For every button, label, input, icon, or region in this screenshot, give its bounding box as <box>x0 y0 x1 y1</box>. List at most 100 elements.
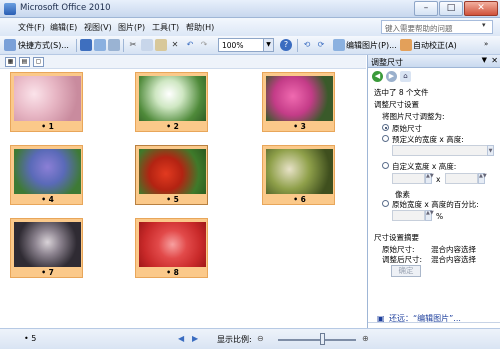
resize-to-label: 将图片尺寸调整为: <box>382 112 445 121</box>
custom-width-input[interactable] <box>392 173 425 184</box>
chevron-down-icon[interactable]: ▼ <box>263 39 273 51</box>
edit-picture-icon[interactable] <box>333 39 345 51</box>
print-icon[interactable] <box>108 39 120 51</box>
help-icon[interactable]: ? <box>280 39 292 51</box>
cut-icon[interactable]: ✂ <box>127 39 139 51</box>
picture-tile-1[interactable]: • 1 <box>10 72 83 132</box>
edit-picture-button[interactable]: 编辑图片(P)... <box>346 40 397 51</box>
picture-tile-5[interactable]: • 5 <box>135 145 208 205</box>
shortcuts-icon[interactable] <box>4 39 16 51</box>
chevron-down-icon[interactable]: ▼ <box>487 145 494 156</box>
picture-tile-3[interactable]: • 3 <box>262 72 335 132</box>
selected-count-status: • 5 <box>24 334 37 343</box>
filmstrip-view-icon[interactable]: ▤ <box>19 57 30 67</box>
standard-toolbar: 快捷方式(S)... ✂ ✕ ↶ ↷ 100% ▼ ? ⟲ ⟳ 编辑图片(P).… <box>0 36 500 55</box>
menu-picture[interactable]: 图片(P) <box>118 22 145 33</box>
height-spinner[interactable]: ▲▼ <box>478 173 487 184</box>
redo-icon[interactable]: ↷ <box>198 39 210 51</box>
rotate-right-icon[interactable]: ⟳ <box>315 39 327 51</box>
save-icon[interactable] <box>80 39 92 51</box>
picture-thumbnail[interactable] <box>139 149 206 194</box>
toolbar-separator <box>297 39 298 52</box>
view-bar: ▦ ▤ ▢ <box>0 55 366 69</box>
app-icon <box>4 3 16 15</box>
picture-thumbnail[interactable] <box>139 222 206 267</box>
menu-view[interactable]: 视图(V) <box>84 22 112 33</box>
resize-task-pane: 调整尺寸 ▼ ✕ ◀ ▶ ⌂ 选中了 8 个文件 调整尺寸设置 将图片尺寸调整为… <box>367 55 500 328</box>
undo-icon[interactable]: ↶ <box>184 39 196 51</box>
picture-thumbnail[interactable] <box>14 222 81 267</box>
option-predefined-label: 预定义的宽度 x 高度: <box>392 135 464 144</box>
auto-correct-button[interactable]: 自动校正(A) <box>413 40 457 51</box>
zoom-label: 显示比例: <box>217 335 252 344</box>
import-icon[interactable] <box>94 39 106 51</box>
toolbar-options-icon[interactable]: » <box>484 40 488 48</box>
picture-thumbnail[interactable] <box>139 76 206 121</box>
zoom-slider-thumb[interactable] <box>320 333 325 345</box>
radio-predefined-size[interactable] <box>382 135 389 142</box>
menu-edit[interactable]: 编辑(E) <box>50 22 77 33</box>
back-icon[interactable]: ◀ <box>372 71 383 82</box>
help-search-input[interactable]: 键入需要帮助的问题 <box>381 20 493 34</box>
percent-sign: % <box>436 212 444 221</box>
maximize-button[interactable]: □ <box>439 1 463 16</box>
radio-custom-size[interactable] <box>382 162 389 169</box>
resize-settings-heading: 调整尺寸设置 <box>374 100 419 109</box>
picture-tile-6[interactable]: • 6 <box>262 145 335 205</box>
previous-icon[interactable]: ◀ <box>178 334 184 343</box>
picture-caption: • 7 <box>41 268 54 277</box>
shortcuts-button[interactable]: 快捷方式(S)... <box>18 40 69 51</box>
menu-file[interactable]: 文件(F) <box>18 22 45 33</box>
edit-pictures-link[interactable]: 还远：“编辑图片”... <box>389 313 461 324</box>
picture-thumbnail[interactable] <box>266 149 333 194</box>
option-percent-label: 原始宽度 x 高度的百分比: <box>392 200 479 209</box>
next-icon[interactable]: ▶ <box>192 334 198 343</box>
pane-title: 调整尺寸 <box>371 58 403 67</box>
predefined-size-select[interactable] <box>392 145 494 156</box>
single-view-icon[interactable]: ▢ <box>33 57 44 67</box>
ok-button[interactable]: 确定 <box>391 265 421 277</box>
pane-header: 调整尺寸 ▼ ✕ <box>368 55 500 68</box>
radio-percent-size[interactable] <box>382 200 389 207</box>
picture-tile-2[interactable]: • 2 <box>135 72 208 132</box>
menu-tools[interactable]: 工具(T) <box>152 22 179 33</box>
zoom-value: 100% <box>222 41 244 50</box>
picture-thumbnail[interactable] <box>14 76 81 121</box>
zoom-out-icon[interactable]: ⊖ <box>257 334 264 343</box>
pane-menu-icon[interactable]: ▼ <box>482 56 487 64</box>
thumbnail-view-icon[interactable]: ▦ <box>5 57 16 67</box>
copy-icon[interactable] <box>141 39 153 51</box>
zoom-select[interactable]: 100% ▼ <box>218 38 274 52</box>
forward-icon[interactable]: ▶ <box>386 71 397 82</box>
radio-original-size[interactable] <box>382 124 389 131</box>
home-icon[interactable]: ⌂ <box>400 71 411 82</box>
picture-thumbnail[interactable] <box>14 149 81 194</box>
picture-tile-4[interactable]: • 4 <box>10 145 83 205</box>
custom-height-input[interactable] <box>445 173 478 184</box>
minimize-button[interactable]: – <box>414 1 438 16</box>
close-button[interactable]: ✕ <box>464 1 498 16</box>
percent-input[interactable] <box>392 210 425 221</box>
menu-help[interactable]: 帮助(H) <box>186 22 214 33</box>
picture-caption: • 2 <box>166 122 179 131</box>
times-label: x <box>436 175 441 184</box>
help-dropdown-icon[interactable]: ▾ <box>482 21 492 33</box>
percent-spinner[interactable]: ▲▼ <box>425 210 434 221</box>
paste-icon[interactable] <box>155 39 167 51</box>
thumbnail-workspace: ▦ ▤ ▢ • 1 • 2 • 3 • 4 • 5 • 6 • 7 • 8 <box>0 55 366 328</box>
option-original-label: 原始尺寸 <box>392 124 422 133</box>
auto-correct-icon[interactable] <box>400 39 412 51</box>
picture-tile-8[interactable]: • 8 <box>135 218 208 278</box>
window-title: Microsoft Office 2010 <box>20 3 111 13</box>
option-custom-label: 自定义宽度 x 高度: <box>392 162 457 171</box>
delete-icon[interactable]: ✕ <box>169 39 181 51</box>
picture-caption: • 8 <box>166 268 179 277</box>
pane-close-icon[interactable]: ✕ <box>491 56 498 65</box>
zoom-slider-track[interactable] <box>278 339 356 341</box>
picture-thumbnail[interactable] <box>266 76 333 121</box>
picture-caption: • 3 <box>293 122 306 131</box>
width-spinner[interactable]: ▲▼ <box>425 173 434 184</box>
picture-tile-7[interactable]: • 7 <box>10 218 83 278</box>
rotate-left-icon[interactable]: ⟲ <box>301 39 313 51</box>
zoom-in-icon[interactable]: ⊕ <box>362 334 369 343</box>
